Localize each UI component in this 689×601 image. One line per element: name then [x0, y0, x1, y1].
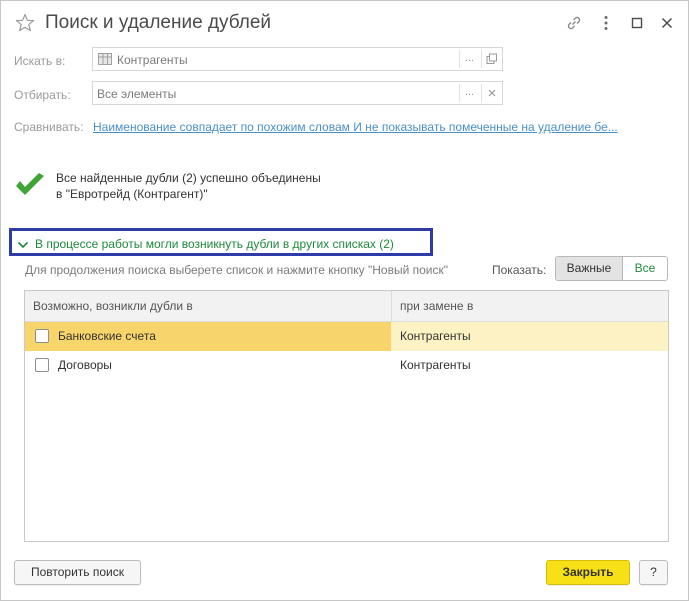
table-header: Возможно, возникли дубли в при замене в: [25, 291, 668, 322]
result-line-1: Все найденные дубли (2) успешно объедине…: [56, 171, 321, 185]
filter-value: Все элементы: [97, 87, 177, 101]
more-vertical-icon[interactable]: [597, 14, 615, 32]
clear-icon[interactable]: [481, 82, 502, 104]
column-divider: [391, 291, 392, 322]
link-icon[interactable]: [565, 14, 583, 32]
column-header-replace[interactable]: при замене в: [400, 299, 473, 313]
column-header-list[interactable]: Возможно, возникли дубли в: [33, 299, 193, 313]
show-all-button[interactable]: Все: [623, 257, 667, 280]
filter-label: Отбирать:: [14, 88, 71, 102]
show-important-button[interactable]: Важные: [556, 257, 623, 280]
dialog-window: Поиск и удаление дублей Искать в: Контра…: [0, 0, 689, 601]
search-in-value: Контрагенты: [117, 53, 188, 67]
row-checkbox[interactable]: [35, 329, 49, 343]
row-list-name: Банковские счета: [58, 329, 156, 343]
repeat-search-button[interactable]: Повторить поиск: [14, 560, 141, 585]
group-toggle[interactable]: В процессе работы могли возникнуть дубли…: [35, 237, 394, 251]
table-icon: [98, 53, 112, 65]
search-in-field[interactable]: Контрагенты ...: [92, 47, 503, 71]
result-message: Все найденные дубли (2) успешно объедине…: [56, 170, 321, 202]
select-button[interactable]: ...: [459, 82, 480, 104]
table-row[interactable]: Договоры Контрагенты: [25, 351, 668, 380]
title-bar: Поиск и удаление дублей: [1, 1, 688, 45]
close-icon[interactable]: [658, 14, 676, 32]
filter-field[interactable]: Все элементы ...: [92, 81, 503, 105]
show-filter-toggle: Важные Все: [555, 256, 668, 281]
maximize-icon[interactable]: [628, 14, 646, 32]
table-row[interactable]: Банковские счета Контрагенты: [25, 322, 668, 351]
result-line-2: в "Евротрейд (Контрагент)": [56, 187, 208, 201]
star-icon[interactable]: [15, 13, 35, 33]
window-title: Поиск и удаление дублей: [45, 12, 272, 33]
checkmark-icon: [14, 173, 46, 199]
chevron-down-icon[interactable]: [17, 239, 29, 249]
row-replace-in: Контрагенты: [400, 358, 471, 372]
select-button[interactable]: ...: [459, 48, 480, 70]
search-in-label: Искать в:: [14, 54, 66, 68]
close-button[interactable]: Закрыть: [546, 560, 630, 585]
duplicates-table: Возможно, возникли дубли в при замене в …: [24, 290, 669, 542]
row-replace-in: Контрагенты: [400, 329, 471, 343]
row-checkbox[interactable]: [35, 358, 49, 372]
compare-link[interactable]: Наименование совпадает по похожим словам…: [93, 120, 618, 134]
open-icon[interactable]: [481, 48, 502, 70]
show-label: Показать:: [492, 263, 547, 277]
row-list-name: Договоры: [58, 358, 112, 372]
help-button[interactable]: ?: [639, 560, 668, 585]
compare-label: Сравнивать:: [14, 120, 84, 134]
group-hint: Для продолжения поиска выберете список и…: [25, 263, 449, 277]
